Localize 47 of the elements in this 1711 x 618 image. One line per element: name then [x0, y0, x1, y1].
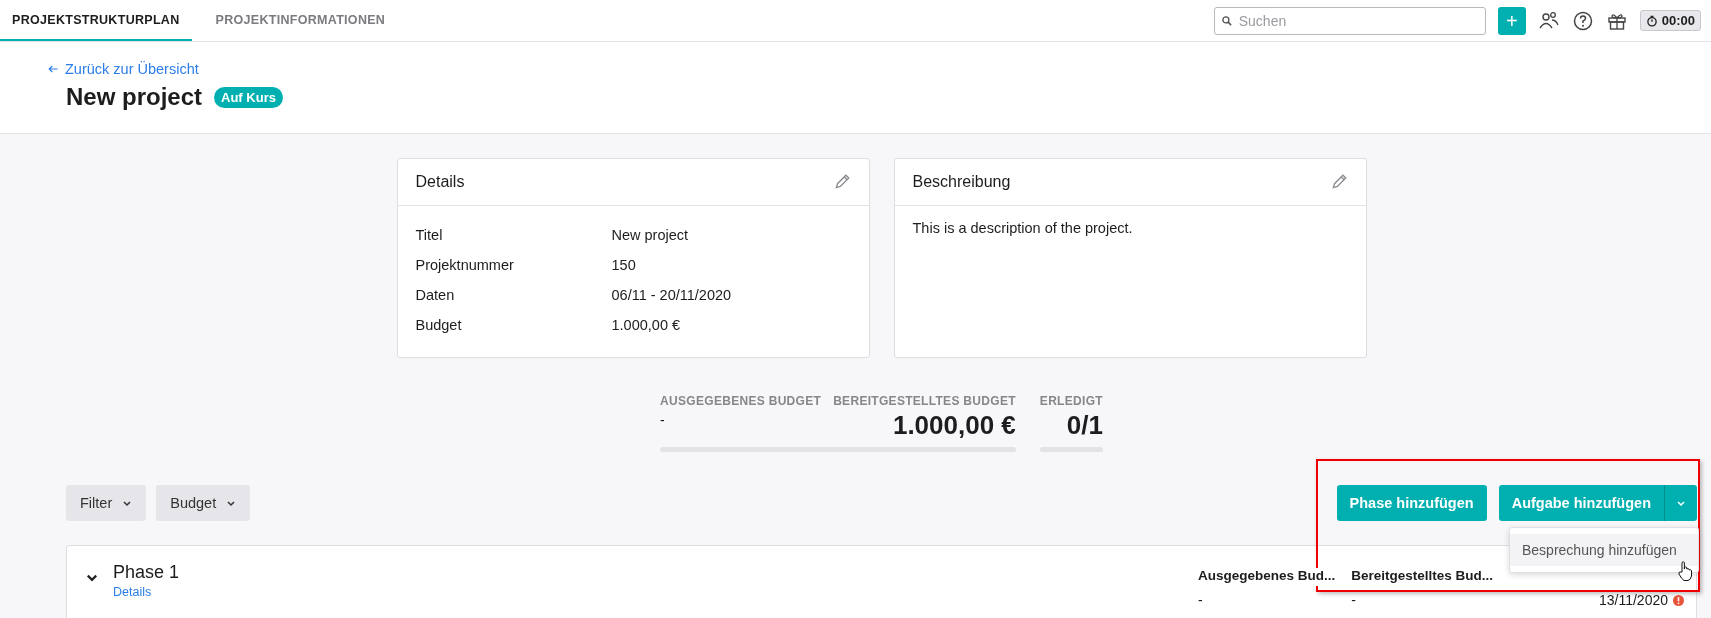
detail-value: 1.000,00 € [611, 317, 682, 333]
help-icon[interactable] [1571, 9, 1594, 32]
filter-dropdown[interactable]: Budget [156, 485, 251, 521]
caret-icon [226, 498, 237, 508]
add-task-button[interactable]: Aufgabe hinzufügen [1498, 485, 1665, 521]
detail-value: New project [611, 227, 690, 243]
column-header: Ausgegebenes Bud... [1197, 568, 1336, 586]
column-value: - [1197, 592, 1204, 608]
pencil-icon [1329, 173, 1348, 191]
card-title: Details [415, 173, 465, 191]
detail-label: Budget [415, 317, 463, 333]
column-header: Bereitgestelltes Bud... [1351, 568, 1493, 586]
detail-value: 06/11 - 20/11/2020 [611, 287, 733, 303]
filter-dropdown[interactable]: Filter [66, 485, 147, 521]
project-title: New project [66, 83, 203, 111]
pencil-icon [832, 173, 851, 191]
card-title: Beschreibung [912, 173, 1011, 191]
timer[interactable]: 00:00 [1639, 10, 1701, 31]
add-phase-button[interactable]: Phase hinzufügen [1336, 485, 1487, 521]
stat-label: AUSGEGEBENES BUDGET [660, 394, 822, 408]
add-button[interactable]: + [1497, 6, 1526, 35]
caret-icon [122, 498, 133, 508]
stat-value: 0/1 [1066, 410, 1103, 441]
timer-text: 00:00 [1661, 13, 1695, 28]
detail-label: Projektnummer [415, 257, 515, 273]
nav-tab[interactable]: PROJEKTINFORMATIONEN [203, 0, 398, 41]
alert-icon [1673, 594, 1684, 606]
detail-value: 150 [611, 257, 637, 273]
arrow-left-icon [47, 63, 59, 75]
column-value: - [1351, 592, 1357, 608]
stat-label: ERLEDIGT [1039, 394, 1103, 408]
column-value: 13/11/2020 [1598, 592, 1684, 608]
detail-label: Titel [415, 227, 444, 243]
stat-value: - [660, 412, 666, 428]
detail-label: Daten [415, 287, 456, 303]
search-field[interactable]: Suchen [1213, 6, 1486, 35]
stopwatch-icon [1645, 14, 1658, 27]
search-icon [1220, 14, 1233, 27]
status-badge: Auf Kurs [214, 86, 283, 108]
menu-item[interactable]: Besprechung hinzufügen [1510, 534, 1698, 566]
caret-icon [1676, 498, 1686, 508]
stat-value: 1.000,00 € [892, 410, 1016, 441]
details-link[interactable]: Details [113, 585, 180, 599]
phase-title: Phase 1 [113, 562, 180, 583]
stat-label: BEREITGESTELLTES BUDGET [833, 394, 1016, 408]
description-text: This is a description of the project. [912, 220, 1133, 236]
back-link[interactable]: Zurück zur Übersicht [47, 61, 199, 77]
